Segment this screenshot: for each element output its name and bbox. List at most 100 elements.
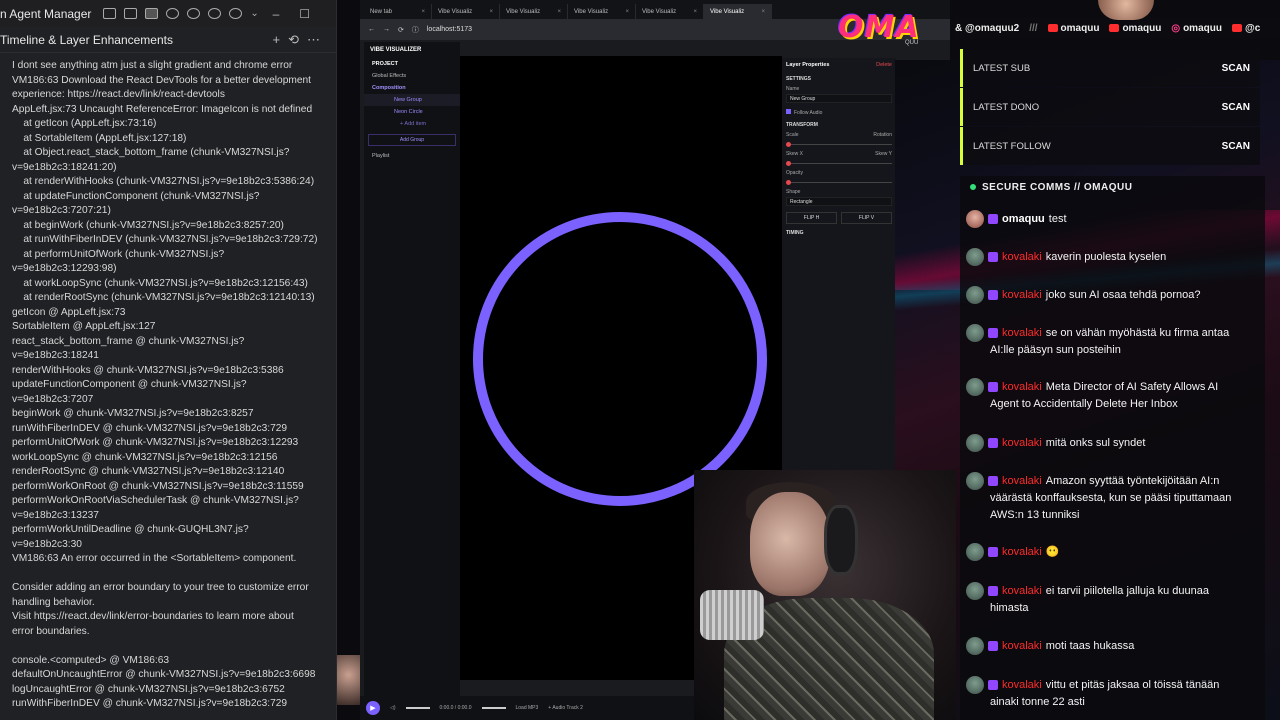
- chat-text: test: [1048, 212, 1067, 225]
- chat-username: kovalaki: [1002, 250, 1042, 263]
- console-line: beginWork @ chunk-VM327NSI.js?v=9e18b2c3…: [12, 408, 254, 419]
- composition-item[interactable]: Composition: [364, 82, 460, 94]
- timing-section[interactable]: TIMING: [786, 230, 892, 236]
- social-text: omaquu: [1122, 22, 1162, 34]
- chat-username: kovalaki: [1002, 639, 1042, 652]
- browser-tab[interactable]: Vibe Visualiz ×: [636, 4, 704, 19]
- playlist-item[interactable]: Playlist: [364, 150, 460, 162]
- avatar: [966, 543, 984, 561]
- chat-message: kovalaki mitä onks sul syndet: [966, 434, 1261, 452]
- console-line: performWorkUntilDeadline @ chunk-GUQHL3N…: [12, 524, 249, 535]
- console-line: renderWithHooks @ chunk-VM327NSI.js?v=9e…: [12, 364, 284, 376]
- latest-dono-row: LATEST DONO SCAN: [960, 88, 1260, 126]
- thread-tools[interactable]: +⟲⋯: [273, 32, 328, 48]
- transform-section[interactable]: TRANSFORM: [786, 122, 892, 128]
- globe-icon[interactable]: [187, 8, 201, 19]
- avatar: [966, 582, 984, 600]
- flip-v-button[interactable]: FLIP V: [841, 212, 892, 224]
- thread-header: Timeline & Layer Enhancements +⟲⋯: [0, 27, 336, 53]
- twitch-badge-icon: [988, 547, 998, 557]
- close-icon[interactable]: ×: [421, 9, 425, 15]
- tab-label: Vibe Visualiz: [438, 8, 473, 15]
- avatar: [966, 286, 984, 304]
- reload-icon[interactable]: ⟳: [398, 26, 404, 34]
- account-icon[interactable]: [229, 8, 243, 19]
- youtube-icon: [1109, 23, 1120, 32]
- twitch-badge-icon: [988, 586, 998, 596]
- volume-slider[interactable]: [405, 707, 430, 709]
- console-line: at renderRootSync (chunk-VM327NSI.js?v=9…: [12, 292, 315, 303]
- name-input[interactable]: New Group: [786, 94, 892, 103]
- window-controls[interactable]: –☐: [273, 7, 330, 21]
- console-line: runWithFiberInDEV @ chunk-VM327NSI.js?v=…: [12, 698, 288, 709]
- delete-button[interactable]: Delete: [876, 62, 892, 68]
- scale-slider[interactable]: [786, 142, 892, 147]
- close-icon[interactable]: ×: [489, 9, 493, 15]
- settings-section[interactable]: SETTINGS: [786, 76, 892, 82]
- avatar: [966, 637, 984, 655]
- browser-tab[interactable]: Vibe Visualiz ×: [432, 4, 500, 19]
- twitch-badge-icon: [988, 214, 998, 224]
- layer-new-group[interactable]: New Group: [364, 94, 460, 106]
- chat-message: kovalaki 😶: [966, 543, 1261, 561]
- layout-icon[interactable]: [103, 8, 117, 19]
- browser-tab[interactable]: Vibe Visualiz ×: [500, 4, 568, 19]
- console-line: at beginWork (chunk-VM327NSI.js?v=9e18b2…: [12, 219, 284, 231]
- add-item-button[interactable]: + Add item: [364, 118, 460, 130]
- console-line: Visit https://react.dev/link/error-bound…: [12, 611, 294, 622]
- chat-username: kovalaki: [1002, 474, 1042, 487]
- skew-slider[interactable]: [786, 161, 892, 166]
- panel-icon[interactable]: [124, 8, 138, 19]
- twitch-badge-icon: [988, 382, 998, 392]
- console-line: at workLoopSync (chunk-VM327NSI.js?v=9e1…: [12, 277, 308, 289]
- latest-sub-label: LATEST SUB: [973, 62, 1031, 74]
- search-icon[interactable]: [166, 8, 180, 19]
- chat-text: Agent to Accidentally Delete Her Inbox: [990, 398, 1178, 410]
- console-line: at runWithFiberInDEV (chunk-VM327NSI.js?…: [12, 234, 318, 245]
- forward-icon[interactable]: →: [383, 26, 390, 33]
- rotation-label: Rotation: [873, 132, 892, 138]
- avatar: [966, 676, 984, 694]
- close-icon[interactable]: ×: [557, 9, 561, 15]
- play-button[interactable]: ▶: [366, 701, 380, 715]
- browser-tab[interactable]: Vibe Visualiz ×: [704, 4, 772, 19]
- shape-select[interactable]: Rectangle: [786, 197, 892, 206]
- volume-icon[interactable]: ◁): [390, 705, 396, 711]
- site-info-icon[interactable]: ⓘ: [412, 25, 419, 35]
- stream-screen: n Agent Manager ⌄ –☐ Timeline & Layer En…: [0, 0, 1280, 720]
- url-text[interactable]: localhost:5173: [427, 26, 472, 33]
- chevron-down-icon[interactable]: ⌄: [250, 8, 258, 19]
- console-line: v=9e18b2c3:12293:98): [12, 263, 117, 274]
- close-icon[interactable]: ×: [693, 9, 697, 15]
- add-group-button[interactable]: Add Group: [368, 134, 456, 146]
- twitch-badge-icon: [988, 290, 998, 300]
- latest-follow-row: LATEST FOLLOW SCAN: [960, 127, 1260, 165]
- flip-h-button[interactable]: FLIP H: [786, 212, 837, 224]
- global-effects-item[interactable]: Global Effects: [364, 70, 460, 82]
- latest-sub-row: LATEST SUB SCAN: [960, 49, 1260, 87]
- follow-audio-checkbox[interactable]: [786, 109, 791, 114]
- neon-circle-shape: [473, 212, 767, 506]
- close-icon[interactable]: ×: [761, 9, 765, 15]
- audio-track-button[interactable]: + Audio Track 2: [548, 705, 583, 711]
- gear-icon[interactable]: [208, 8, 222, 19]
- load-mp3-button[interactable]: Load MP3: [516, 705, 539, 711]
- browser-tab[interactable]: New tab ×: [364, 4, 432, 19]
- tab-label: Vibe Visualiz: [710, 8, 745, 15]
- opacity-slider[interactable]: [786, 180, 892, 185]
- layer-neon-circle[interactable]: Neon Circle: [364, 106, 460, 118]
- close-icon[interactable]: ×: [625, 9, 629, 15]
- chat-message: kovalaki vittu et pitäs jaksaa ol töissä …: [966, 676, 1261, 711]
- seek-slider[interactable]: [481, 707, 506, 709]
- browser-tab[interactable]: Vibe Visualiz ×: [568, 4, 636, 19]
- webcam-partial: [337, 655, 360, 705]
- console-line: logUncaughtError @ chunk-VM327NSI.js?v=9…: [12, 683, 285, 695]
- sidebar-icon[interactable]: [145, 8, 159, 19]
- latest-follow-value: SCAN: [1221, 140, 1250, 152]
- twitch-badge-icon: [988, 438, 998, 448]
- console-line: v=9e18b2c3:18241: [12, 350, 99, 361]
- back-icon[interactable]: ←: [368, 26, 375, 33]
- chat-text: moti taas hukassa: [1045, 639, 1135, 652]
- chat-message: kovalaki se on vähän myöhästä ku firma an…: [966, 324, 1261, 359]
- chat-text: AWS:n 13 tunniksi: [990, 509, 1080, 521]
